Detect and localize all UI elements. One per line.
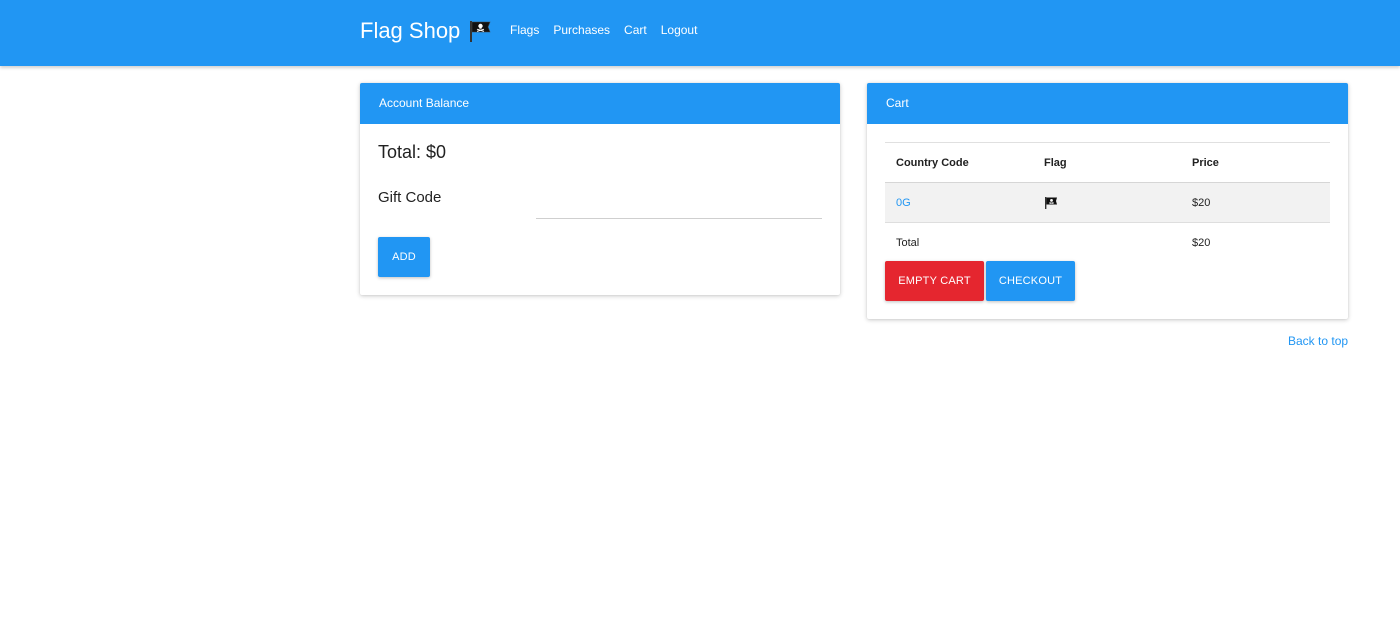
top-navbar: Flag Shop Flags Purchases Cart Logout bbox=[0, 0, 1400, 66]
pirate-flag-icon bbox=[468, 19, 492, 43]
cart-total-row: Total $20 bbox=[885, 223, 1330, 263]
cart-item-code-cell: 0G bbox=[885, 182, 1033, 223]
cart-total-value: $20 bbox=[1192, 236, 1211, 249]
nav-purchases-link[interactable]: Purchases bbox=[553, 22, 610, 38]
column-header-flag: Flag bbox=[1033, 142, 1181, 183]
cart-total-spacer bbox=[1033, 223, 1181, 263]
nav-cart-link[interactable]: Cart bbox=[624, 22, 647, 38]
cart-table: Country Code Flag Price 0G $20 Total $20 bbox=[885, 142, 1330, 263]
nav-flags-link[interactable]: Flags bbox=[510, 22, 539, 38]
checkout-button[interactable]: CHECKOUT bbox=[986, 261, 1075, 301]
cart-item-price-cell: $20 bbox=[1181, 182, 1330, 223]
cart-table-header-row: Country Code Flag Price bbox=[885, 142, 1330, 183]
pirate-flag-icon bbox=[1044, 196, 1058, 210]
empty-cart-button[interactable]: EMPTY CART bbox=[885, 261, 984, 301]
account-balance-card: Account Balance Total: $0 Gift Code ADD bbox=[360, 83, 840, 295]
add-gift-code-button[interactable]: ADD bbox=[378, 237, 430, 277]
cart-total-label: Total bbox=[896, 236, 920, 249]
cart-card: Cart Country Code Flag Price 0G $20 Tota… bbox=[867, 83, 1348, 319]
account-balance-header: Account Balance bbox=[360, 83, 840, 124]
column-header-country-code: Country Code bbox=[885, 142, 1033, 183]
cart-item-row: 0G $20 bbox=[885, 182, 1330, 223]
back-to-top-link[interactable]: Back to top bbox=[1288, 334, 1348, 348]
cart-item-code-link[interactable]: 0G bbox=[896, 197, 911, 209]
nav-logout-link[interactable]: Logout bbox=[661, 22, 698, 38]
balance-total: Total: $0 bbox=[378, 142, 447, 162]
gift-code-input[interactable] bbox=[536, 193, 822, 219]
cart-header: Cart bbox=[867, 83, 1348, 124]
main-nav: Flags Purchases Cart Logout bbox=[510, 22, 697, 38]
column-header-price: Price bbox=[1181, 142, 1330, 183]
brand-title: Flag Shop bbox=[360, 18, 461, 43]
brand-link[interactable]: Flag Shop bbox=[360, 16, 492, 46]
cart-item-flag-cell bbox=[1033, 182, 1181, 223]
gift-code-label: Gift Code bbox=[378, 189, 442, 206]
